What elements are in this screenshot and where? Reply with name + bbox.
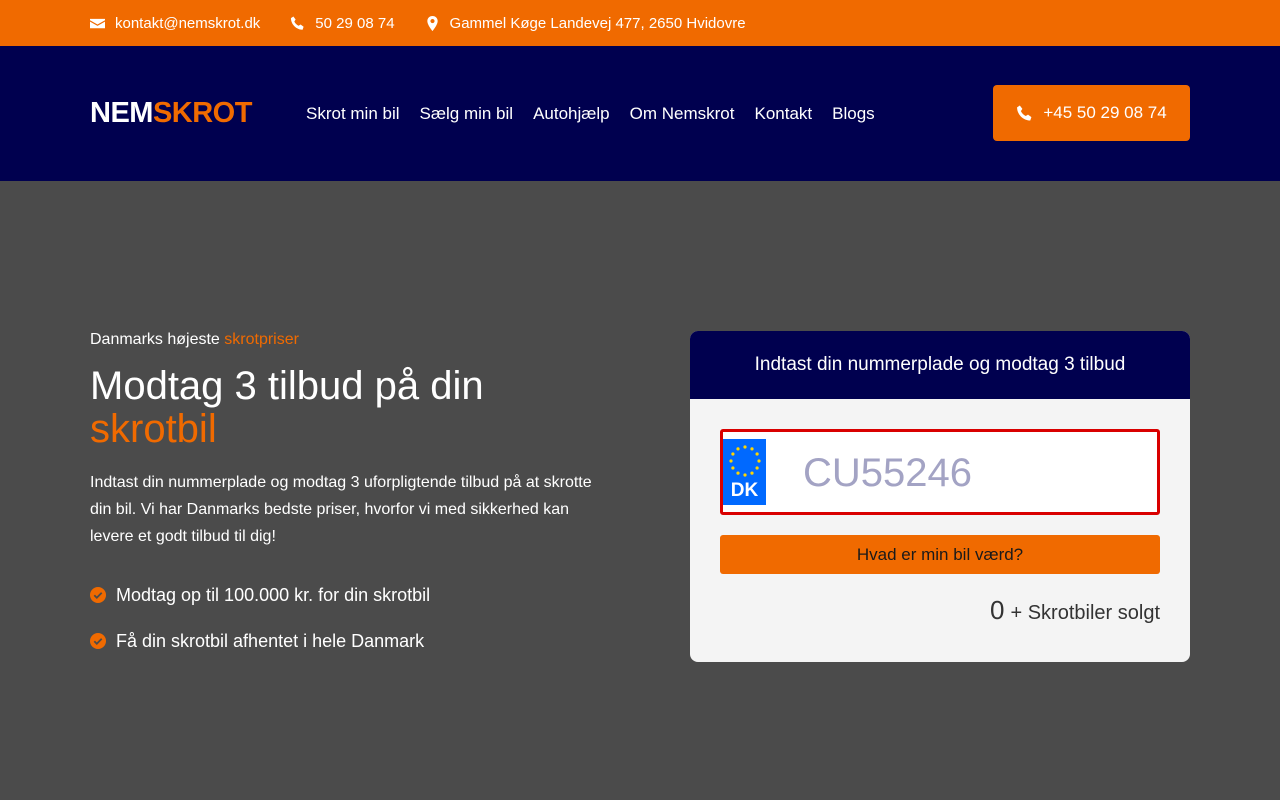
top-info-bar: kontakt@nemskrot.dk 50 29 08 74 Gammel K… <box>0 0 1280 46</box>
phone-text: 50 29 08 74 <box>315 14 395 32</box>
hero-text: Danmarks højeste skrotpriser Modtag 3 ti… <box>90 331 600 664</box>
sold-count: 0 <box>990 595 1005 625</box>
main-nav: Skrot min bil Sælg min bil Autohjælp Om … <box>306 104 875 124</box>
plate-form-card: Indtast din nummerplade og modtag 3 tilb… <box>690 331 1190 662</box>
country-code: DK <box>730 480 759 501</box>
nav-blogs[interactable]: Blogs <box>832 104 875 124</box>
call-button-label: +45 50 29 08 74 <box>1043 103 1167 122</box>
car-value-button[interactable]: Hvad er min bil værd? <box>720 535 1160 574</box>
list-item: Få din skrotbil afhentet i hele Danmark <box>90 618 600 664</box>
page-title: Modtag 3 tilbud på din skrotbil <box>90 365 600 451</box>
email-text: kontakt@nemskrot.dk <box>115 14 261 32</box>
benefits-list: Modtag op til 100.000 kr. for din skrotb… <box>90 572 600 664</box>
address-link[interactable]: Gammel Køge Landevej 477, 2650 Hvidovre <box>425 15 746 32</box>
hero-eyebrow: Danmarks højeste skrotpriser <box>90 331 600 349</box>
form-heading: Indtast din nummerplade og modtag 3 tilb… <box>690 331 1190 399</box>
eu-stars-icon <box>729 445 761 477</box>
hero-lead: Indtast din nummerplade og modtag 3 ufor… <box>90 474 592 545</box>
check-circle-icon <box>90 633 106 649</box>
nav-skrot-min-bil[interactable]: Skrot min bil <box>306 104 400 124</box>
license-plate-field[interactable]: DK <box>720 429 1160 515</box>
eu-country-badge: DK <box>723 439 766 505</box>
phone-icon <box>1017 105 1032 121</box>
nav-saelg-min-bil[interactable]: Sælg min bil <box>420 104 514 124</box>
benefit-text: Modtag op til 100.000 kr. for din skrotb… <box>116 584 431 605</box>
plate-input[interactable] <box>803 446 1143 500</box>
benefit-text: Få din skrotbil afhentet i hele Danmark <box>116 630 425 651</box>
phone-icon <box>291 15 304 30</box>
eyebrow-highlight: skrotpriser <box>224 331 299 348</box>
nav-autohjaelp[interactable]: Autohjælp <box>533 104 610 124</box>
nav-om-nemskrot[interactable]: Om Nemskrot <box>630 104 735 124</box>
logo-part-nem: NEM <box>90 97 153 129</box>
title-main: Modtag 3 tilbud på din <box>90 364 484 408</box>
sold-label: + Skrotbiler solgt <box>1010 602 1160 624</box>
map-pin-icon <box>426 15 438 31</box>
site-header: NEMSKROT Skrot min bil Sælg min bil Auto… <box>0 46 1280 181</box>
nav-kontakt[interactable]: Kontakt <box>754 104 812 124</box>
logo[interactable]: NEMSKROT <box>90 97 306 130</box>
call-button[interactable]: +45 50 29 08 74 <box>993 85 1190 141</box>
check-circle-icon <box>90 587 106 603</box>
title-highlight: skrotbil <box>90 407 217 451</box>
eyebrow-prefix: Danmarks højeste <box>90 331 220 348</box>
hero-section: Danmarks højeste skrotpriser Modtag 3 ti… <box>0 181 1280 800</box>
list-item: Modtag op til 100.000 kr. for din skrotb… <box>90 572 600 618</box>
address-text: Gammel Køge Landevej 477, 2650 Hvidovre <box>449 14 746 32</box>
phone-link[interactable]: 50 29 08 74 <box>290 14 395 32</box>
logo-part-skrot: SKROT <box>152 97 253 129</box>
email-link[interactable]: kontakt@nemskrot.dk <box>90 15 260 32</box>
sold-counter: 0 + Skrotbiler solgt <box>990 595 1160 626</box>
envelope-icon <box>90 18 105 28</box>
